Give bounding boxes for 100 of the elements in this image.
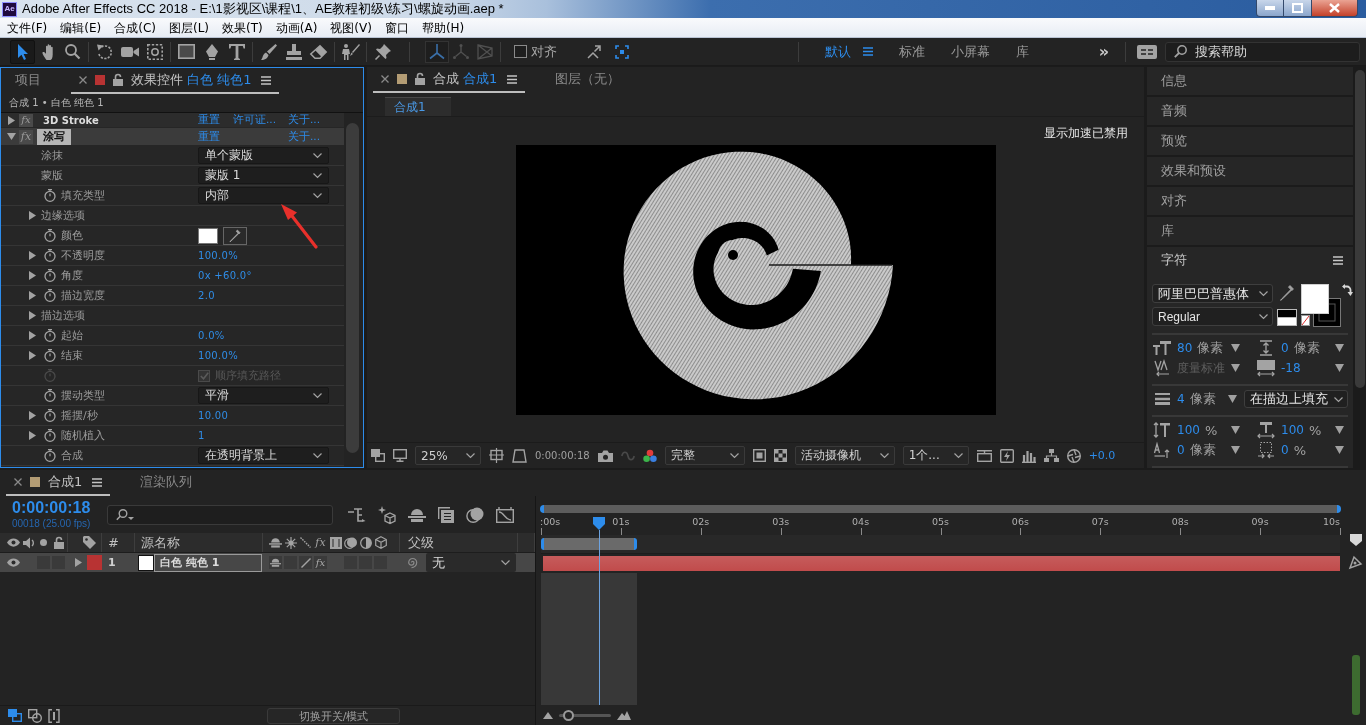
eyedropper-button[interactable]	[223, 226, 247, 245]
overflow-button[interactable]: »	[1092, 42, 1116, 61]
panel-tab[interactable]: 渲染队列	[132, 470, 201, 496]
layer-name[interactable]: 白色 纯色 1	[154, 553, 262, 572]
padlock-icon[interactable]	[53, 536, 64, 549]
menu-item[interactable]: 窗口	[378, 18, 415, 37]
caret-down-icon[interactable]	[1335, 446, 1344, 454]
current-time[interactable]: 0:00:00:18	[12, 499, 107, 516]
menu-item[interactable]: 合成(C)	[108, 18, 162, 37]
panel-header[interactable]: 库	[1147, 217, 1353, 245]
disclosure-triangle-icon[interactable]	[29, 411, 36, 420]
minimize-button[interactable]	[1256, 0, 1284, 17]
reset-link[interactable]: 重置	[198, 113, 220, 127]
snap-label[interactable]: 对齐	[531, 42, 557, 61]
disclosure-triangle-icon[interactable]	[29, 311, 36, 320]
workspace-tab[interactable]: 标准	[886, 38, 938, 65]
license-link[interactable]: 许可证...	[233, 113, 276, 127]
speaker-icon[interactable]	[22, 536, 35, 549]
label-color-swatch[interactable]	[87, 555, 102, 570]
overlapping-circles-icon[interactable]	[466, 506, 484, 523]
stopwatch-icon[interactable]	[44, 389, 56, 402]
disclosure-triangle-icon[interactable]	[29, 331, 36, 340]
stopwatch-icon[interactable]	[44, 289, 56, 302]
tracking-value[interactable]: -18	[1281, 361, 1301, 375]
mode-toggle-button[interactable]: 切换开关/模式	[267, 707, 400, 724]
snap-checkbox[interactable]	[514, 45, 527, 58]
dome-icon[interactable]	[408, 507, 426, 522]
eye-icon[interactable]	[7, 538, 20, 547]
workspace-tab[interactable]: 库	[1003, 38, 1042, 65]
flowchart-icon[interactable]	[348, 507, 366, 522]
eye-icon[interactable]	[7, 558, 20, 567]
spiral-icon[interactable]	[405, 556, 418, 569]
zoom-dropdown[interactable]: 25%	[415, 446, 481, 465]
about-link[interactable]: 关于...	[288, 113, 320, 127]
menu-icon[interactable]	[92, 477, 103, 487]
caret-down-icon[interactable]	[1228, 395, 1237, 403]
local-axis-button[interactable]	[425, 40, 449, 63]
brackets-icon[interactable]	[48, 708, 60, 723]
dropdown[interactable]: 平滑	[198, 387, 329, 404]
work-area-track[interactable]	[541, 535, 1340, 553]
menu-icon[interactable]	[507, 74, 518, 84]
effect-name[interactable]: 3D Stroke	[37, 113, 105, 127]
camera-dropdown[interactable]: 活动摄像机	[794, 446, 895, 465]
font-style-dropdown[interactable]: Regular	[1152, 307, 1273, 326]
stacked-squares-icon[interactable]	[8, 709, 22, 722]
disclosure-triangle-icon[interactable]	[29, 351, 36, 360]
corner-brackets-icon[interactable]	[615, 44, 629, 59]
effect-name[interactable]: 涂写	[37, 128, 71, 145]
close-icon[interactable]	[14, 478, 22, 486]
bar-chart-icon[interactable]	[1021, 448, 1036, 463]
disclosure-triangle-icon[interactable]	[75, 558, 82, 567]
aperture-icon[interactable]	[1066, 448, 1081, 463]
menu-item[interactable]: 动画(A)	[269, 18, 324, 37]
stopwatch-icon[interactable]	[44, 189, 56, 202]
workspace-tab[interactable]: 小屏幕	[938, 38, 1003, 65]
column-title[interactable]: 源名称	[141, 533, 180, 552]
disclosure-triangle-icon[interactable]	[29, 291, 36, 300]
selection-tool[interactable]	[10, 39, 35, 64]
reset-link[interactable]: 重置	[198, 129, 220, 144]
close-icon[interactable]	[381, 75, 389, 83]
scrollbar[interactable]	[346, 123, 359, 453]
exposure-value[interactable]: +0.0	[1088, 449, 1116, 462]
horizontal-scale-value[interactable]: 100	[1281, 423, 1304, 437]
stopwatch-icon[interactable]	[44, 349, 56, 362]
dropdown[interactable]: 蒙版 1	[198, 167, 329, 184]
stroke-width-value[interactable]: 4	[1177, 392, 1185, 406]
view-layout-dropdown[interactable]: 1个...	[902, 446, 969, 465]
scrollbar[interactable]	[1355, 70, 1365, 388]
small-mountain-icon[interactable]	[543, 711, 553, 719]
timecode[interactable]: 0:00:00:18	[535, 450, 590, 461]
panel-header[interactable]: 效果和预设	[1147, 157, 1353, 185]
stopwatch-icon[interactable]	[44, 429, 56, 442]
menu-item[interactable]: 文件(F)	[1, 18, 54, 37]
effect-toggle[interactable]: fx	[19, 129, 33, 144]
close-icon[interactable]	[79, 76, 87, 84]
stopwatch-icon[interactable]	[44, 249, 56, 262]
panel-header[interactable]: 预览	[1147, 127, 1353, 155]
resolution-dropdown[interactable]: 完整	[664, 446, 745, 465]
checkerboard-icon[interactable]	[773, 449, 787, 462]
square-frame-icon[interactable]	[752, 449, 766, 462]
caret-down-icon[interactable]	[1231, 426, 1240, 434]
composition-breadcrumb[interactable]: 合成1	[385, 97, 451, 116]
disclosure-triangle-icon[interactable]	[7, 133, 16, 140]
flowchart-tree-icon[interactable]	[1043, 449, 1059, 462]
about-link[interactable]: 关于...	[288, 129, 320, 144]
disclosure-triangle-icon[interactable]	[29, 431, 36, 440]
time-ruler[interactable]: :00s 01s 02s 03s 04s 05s 06s 07s 08s 09s 10s	[541, 515, 1340, 535]
stopwatch-icon[interactable]	[44, 269, 56, 282]
menu-icon[interactable]	[261, 75, 272, 85]
disclosure-triangle-icon[interactable]	[29, 211, 36, 220]
caret-down-icon[interactable]	[1335, 426, 1344, 434]
property-value[interactable]: 100.0%	[198, 250, 238, 261]
camera-icon[interactable]	[597, 449, 613, 462]
panel-tab[interactable]: 项目	[7, 68, 49, 94]
color-swatch[interactable]	[198, 227, 218, 244]
property-value[interactable]: 1	[198, 430, 205, 441]
search-input[interactable]: 搜索帮助	[1195, 42, 1355, 61]
menu-item[interactable]: 视图(V)	[324, 18, 378, 37]
size-value[interactable]: 80	[1177, 341, 1193, 355]
zoom-slider-thumb[interactable]	[563, 709, 575, 721]
